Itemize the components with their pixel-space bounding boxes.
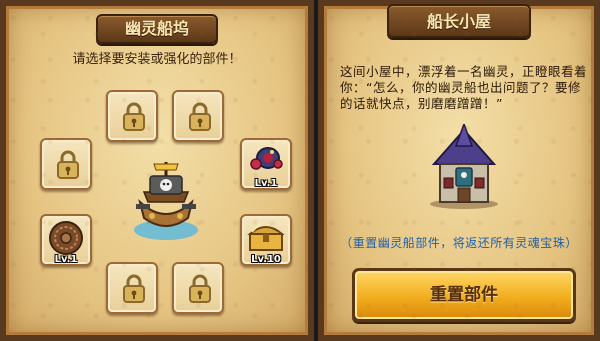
round-shield-icon [49, 221, 83, 255]
reset-note: （重置幽灵船部件，将返还所有灵魂宝珠） [340, 236, 578, 250]
ghost-shipyard-panel: 幽灵船坞 请选择要安装或强化的部件！ Lv.1 Lv.1 Lv.10 [0, 0, 314, 341]
treasure-chest-icon [247, 223, 285, 251]
chest-slot[interactable]: Lv.10 [240, 214, 292, 266]
instruction-text: 请选择要安装或强化的部件！ [72, 52, 242, 67]
panel-title: 幽灵船坞 [96, 14, 218, 44]
captain-house-icon [430, 124, 498, 209]
locked-slot[interactable] [172, 262, 224, 314]
padlock-icon [188, 102, 212, 132]
locked-slot[interactable] [106, 262, 158, 314]
padlock-icon [188, 274, 212, 304]
ghost-ship-icon [134, 162, 198, 240]
captain-cabin-panel: 船长小屋 这间小屋中，漂浮着一名幽灵，正瞪眼看着你：“怎么，你的幽灵船也出问题了… [318, 0, 600, 341]
padlock-icon [56, 150, 80, 180]
padlock-icon [122, 102, 146, 132]
shield-slot[interactable]: Lv.1 [40, 214, 92, 266]
panel-title: 船长小屋 [387, 4, 531, 38]
cabin-description: 这间小屋中，漂浮着一名幽灵，正瞪眼看着你：“怎么，你的幽灵船也出问题了？要修的话… [340, 64, 588, 111]
locked-slot[interactable] [106, 90, 158, 142]
cannon-slot[interactable]: Lv.1 [240, 138, 292, 190]
slot-level: Lv.1 [254, 178, 278, 189]
slot-level: Lv.1 [54, 254, 78, 265]
padlock-icon [122, 274, 146, 304]
locked-slot[interactable] [40, 138, 92, 190]
slot-level: Lv.10 [251, 254, 281, 265]
locked-slot[interactable] [172, 90, 224, 142]
cannon-icon [250, 147, 283, 170]
reset-parts-button[interactable]: 重置部件 [352, 268, 576, 322]
